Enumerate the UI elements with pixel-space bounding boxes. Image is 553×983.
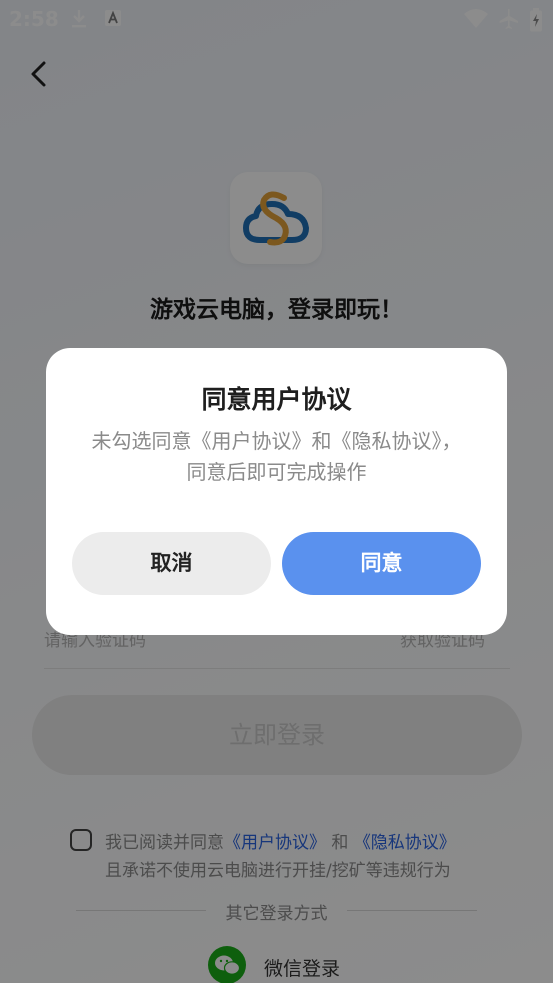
dialog-title: 同意用户协议	[201, 385, 352, 414]
cancel-button[interactable]: 取消	[72, 532, 271, 595]
login-screen: 2:58 游戏云电脑，登录即玩！ 请输入验证码 获取验证码 立即登录 我已阅读并…	[0, 0, 553, 983]
agreement-dialog: 同意用户协议 未勾选同意《用户协议》和《隐私协议》，同意后即可完成操作 取消 同…	[46, 348, 507, 635]
agree-button[interactable]: 同意	[282, 532, 481, 595]
dialog-message: 未勾选同意《用户协议》和《隐私协议》，同意后即可完成操作	[91, 429, 462, 484]
